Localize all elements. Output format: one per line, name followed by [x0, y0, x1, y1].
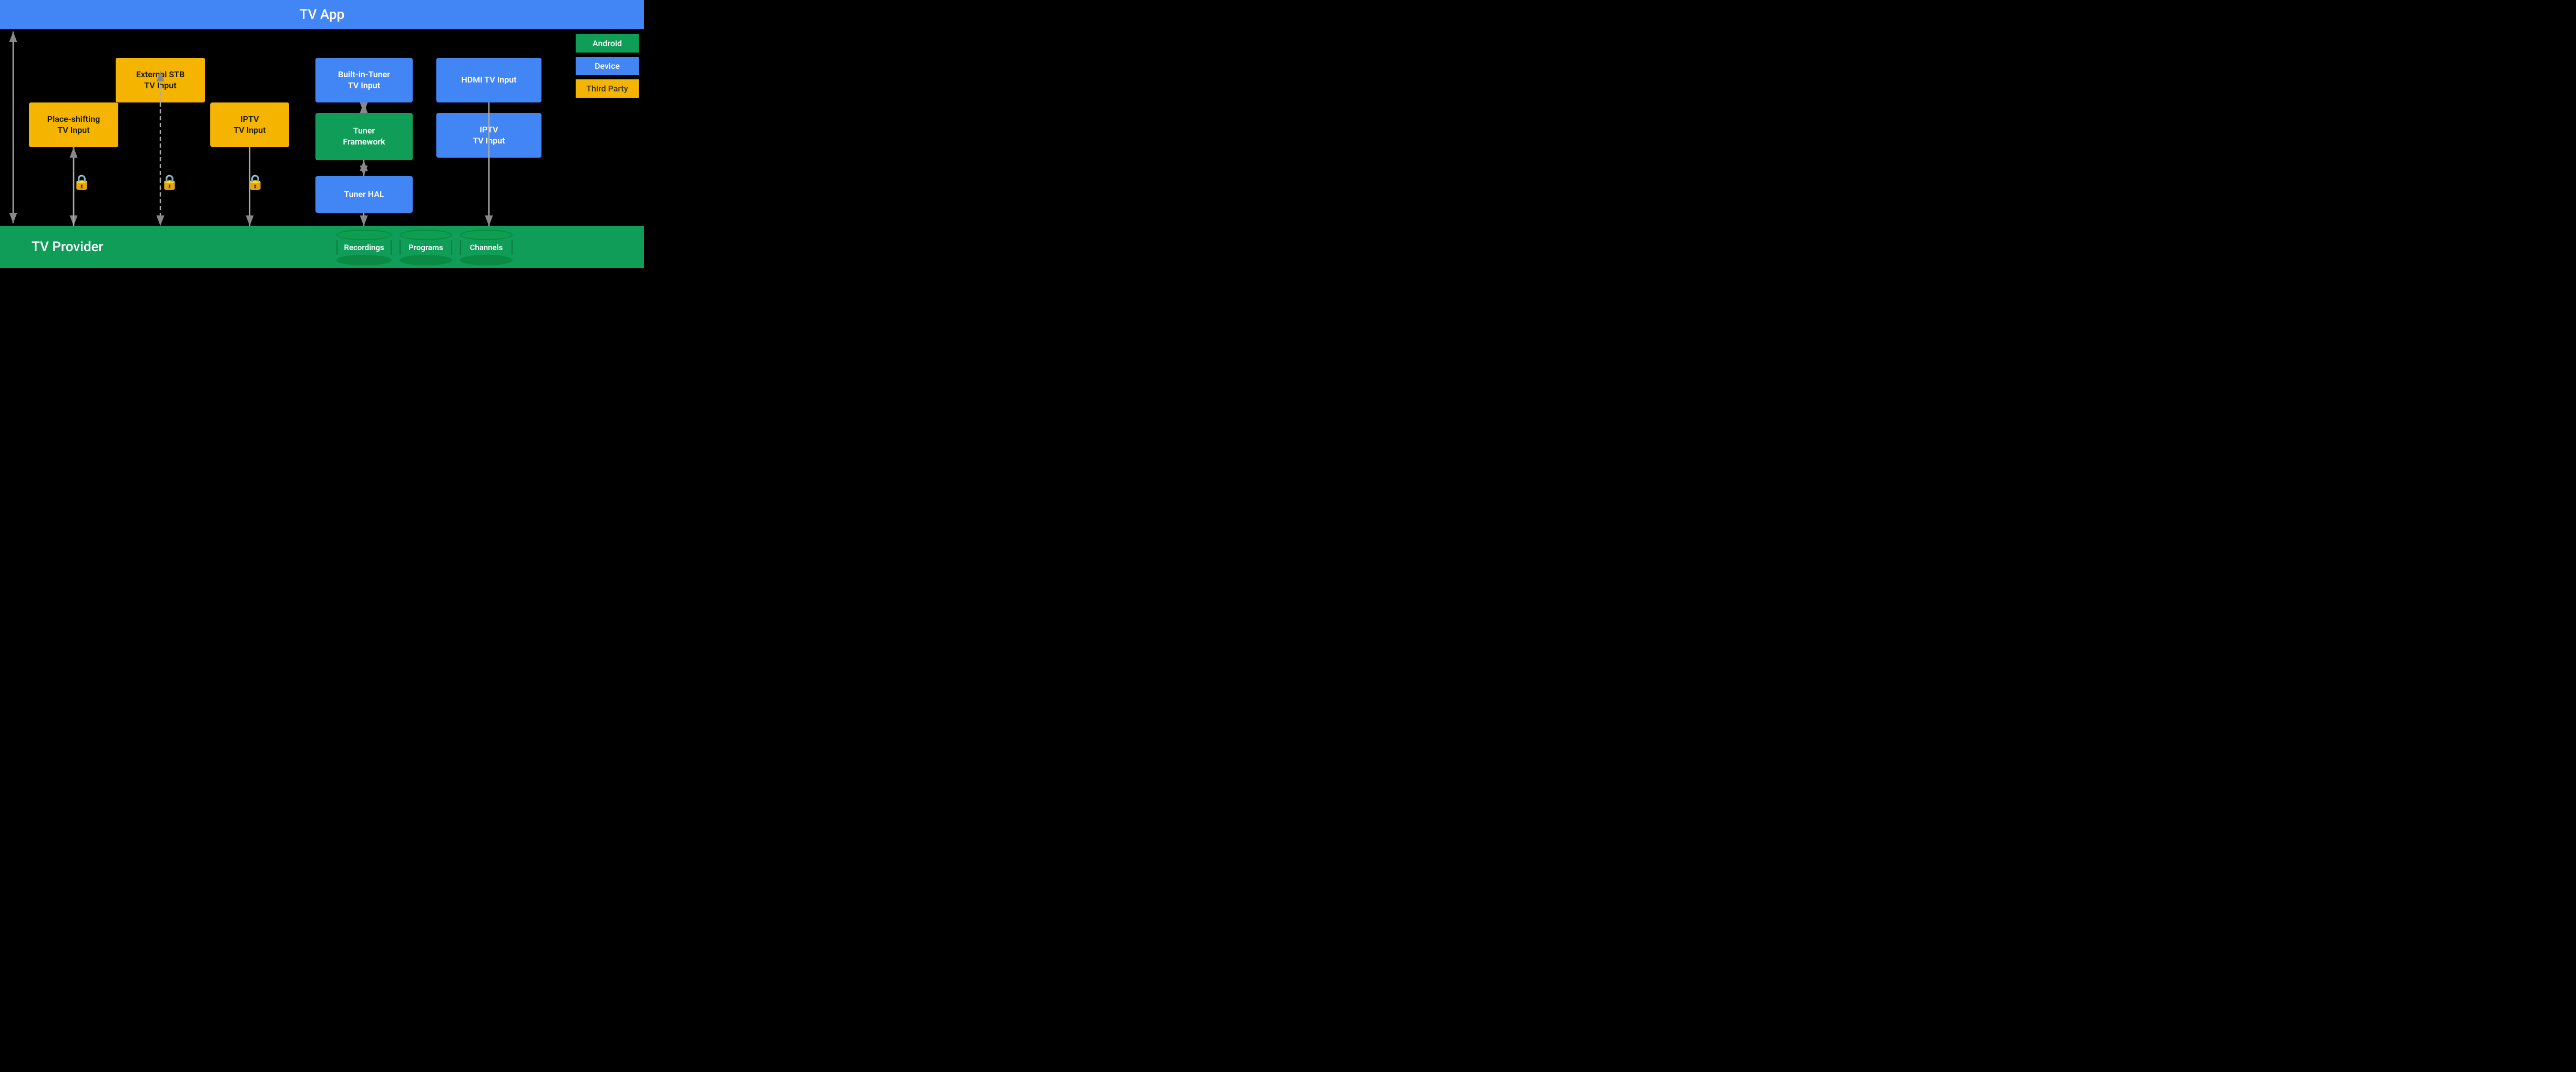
- legend-third-party: Third Party: [576, 79, 639, 98]
- external-stb-box: External STBTV Input: [116, 58, 205, 102]
- iptv-right-box: IPTVTV Input: [436, 113, 541, 158]
- built-in-tuner-label: Built-in-TunerTV Input: [338, 69, 390, 91]
- legend: Android Device Third Party: [576, 34, 639, 98]
- recordings-label: Recordings: [344, 243, 384, 252]
- tuner-framework-box: TunerFramework: [315, 113, 413, 160]
- tv-provider-bar: TV Provider Recordings Programs Channels: [0, 226, 644, 268]
- lock-icon-3: 🔒: [246, 173, 264, 191]
- recordings-db: Recordings: [336, 230, 392, 265]
- legend-android: Android: [576, 34, 639, 53]
- legend-device: Device: [576, 57, 639, 75]
- channels-db: Channels: [460, 230, 513, 265]
- iptv-left-box: IPTVTV Input: [210, 102, 289, 147]
- hdmi-tv-input-box: HDMI TV Input: [436, 58, 541, 102]
- built-in-tuner-box: Built-in-TunerTV Input: [315, 58, 413, 102]
- external-stb-label: External STBTV Input: [136, 69, 185, 91]
- programs-db: Programs: [400, 230, 452, 265]
- tv-app-bar: TV App: [0, 0, 644, 29]
- iptv-right-label: IPTVTV Input: [473, 125, 505, 147]
- hdmi-tv-input-label: HDMI TV Input: [461, 75, 516, 86]
- lock-icon-1: 🔒: [73, 173, 91, 191]
- programs-label: Programs: [408, 243, 443, 252]
- place-shifting-label: Place-shiftingTV Input: [47, 114, 100, 136]
- lock-icon-2: 🔒: [160, 173, 179, 191]
- tuner-hal-label: Tuner HAL: [344, 189, 384, 200]
- tuner-hal-box: Tuner HAL: [315, 176, 413, 213]
- tuner-framework-label: TunerFramework: [343, 126, 385, 148]
- place-shifting-box: Place-shiftingTV Input: [29, 102, 118, 147]
- channels-label: Channels: [470, 243, 503, 252]
- tv-app-label: TV App: [300, 7, 345, 23]
- tv-provider-label: TV Provider: [0, 239, 104, 255]
- iptv-left-label: IPTVTV Input: [233, 114, 265, 136]
